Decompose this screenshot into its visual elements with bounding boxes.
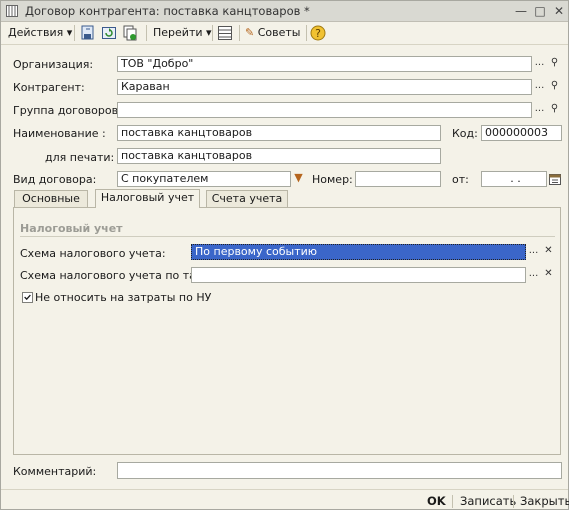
name-field[interactable]: поставка канцтоваров — [117, 125, 441, 141]
organization-label: Организация: — [13, 58, 94, 71]
calendar-icon[interactable] — [548, 172, 562, 186]
counterparty-field[interactable]: Караван — [117, 79, 532, 95]
close-button[interactable]: Закрыть — [520, 494, 569, 508]
pen-icon: ✎ — [245, 26, 255, 39]
ok-button[interactable]: OK — [427, 494, 446, 508]
dropdown-arrow-icon: ▾ — [206, 26, 212, 39]
organization-field[interactable]: ТОВ "Добро" — [117, 56, 532, 72]
save-doc-icon[interactable] — [80, 25, 96, 41]
tax-scheme-field[interactable]: По первому событию — [191, 244, 526, 260]
clear-icon[interactable]: ✕ — [541, 244, 556, 260]
close-window-icon[interactable]: ✕ — [551, 3, 567, 19]
tips-button[interactable]: ✎ Советы — [245, 25, 300, 41]
search-icon[interactable]: ⚲ — [547, 79, 562, 95]
tare-scheme-label: Схема налогового учета по таре: — [20, 269, 214, 282]
checkmark-icon — [24, 294, 31, 301]
select-counterparty-button[interactable]: ... — [532, 79, 547, 95]
contract-window: Договор контрагента: поставка канцтоваро… — [0, 0, 569, 510]
code-field[interactable]: 000000003 — [481, 125, 562, 141]
tax-scheme-label: Схема налогового учета: — [20, 247, 166, 260]
maximize-icon[interactable]: □ — [532, 3, 548, 19]
toolbar: Действия ▾ Перейти ▾ ✎ Советы ? — [1, 22, 568, 45]
select-organization-button[interactable]: ... — [532, 56, 547, 72]
not-expenses-label[interactable]: Не относить на затраты по НУ — [35, 291, 211, 304]
copy-doc-icon[interactable] — [122, 25, 138, 41]
clear-icon[interactable]: ✕ — [541, 267, 556, 283]
contract-type-label: Вид договора: — [13, 173, 97, 186]
help-icon[interactable]: ? — [310, 25, 326, 41]
name-label: Наименование : — [13, 127, 106, 140]
date-field[interactable]: . . — [481, 171, 547, 187]
number-field[interactable] — [355, 171, 441, 187]
tab-tax-accounting[interactable]: Налоговый учет — [95, 189, 200, 208]
search-icon[interactable]: ⚲ — [547, 102, 562, 118]
counterparty-label: Контрагент: — [13, 81, 85, 94]
contract-group-label: Группа договоров: — [13, 104, 122, 117]
actions-menu[interactable]: Действия ▾ — [8, 25, 72, 41]
goto-menu[interactable]: Перейти ▾ — [153, 25, 212, 41]
select-tare-scheme-button[interactable]: ... — [526, 267, 541, 283]
svg-text:?: ? — [315, 27, 321, 40]
date-label: от: — [452, 173, 469, 186]
tab-accounts[interactable]: Счета учета — [206, 190, 288, 208]
minimize-icon[interactable]: — — [513, 3, 529, 19]
print-name-field[interactable]: поставка канцтоваров — [117, 148, 441, 164]
section-divider — [20, 236, 555, 237]
code-label: Код: — [452, 127, 478, 140]
comment-label: Комментарий: — [13, 465, 97, 478]
comment-field[interactable] — [117, 462, 562, 479]
print-name-label: для печати: — [45, 151, 115, 164]
chevron-down-icon[interactable]: ▼ — [291, 171, 306, 187]
select-contract-group-button[interactable]: ... — [532, 102, 547, 118]
structure-icon[interactable] — [217, 25, 233, 41]
not-expenses-checkbox[interactable] — [22, 292, 33, 303]
save-button[interactable]: Записать — [460, 494, 516, 508]
search-icon[interactable]: ⚲ — [547, 56, 562, 72]
section-title: Налоговый учет — [20, 222, 123, 235]
title-bar: Договор контрагента: поставка канцтоваро… — [1, 1, 568, 22]
dropdown-arrow-icon: ▾ — [66, 26, 73, 39]
contract-type-select[interactable]: С покупателем — [117, 171, 291, 187]
contract-group-field[interactable] — [117, 102, 532, 118]
document-icon — [6, 5, 18, 17]
tab-main[interactable]: Основные — [14, 190, 88, 208]
bottom-bar: OK Записать Закрыть — [1, 489, 569, 510]
number-label: Номер: — [312, 173, 353, 186]
refresh-icon[interactable] — [101, 25, 117, 41]
select-tax-scheme-button[interactable]: ... — [526, 244, 541, 260]
window-title: Договор контрагента: поставка канцтоваро… — [25, 4, 310, 18]
tare-scheme-field[interactable] — [191, 267, 526, 283]
